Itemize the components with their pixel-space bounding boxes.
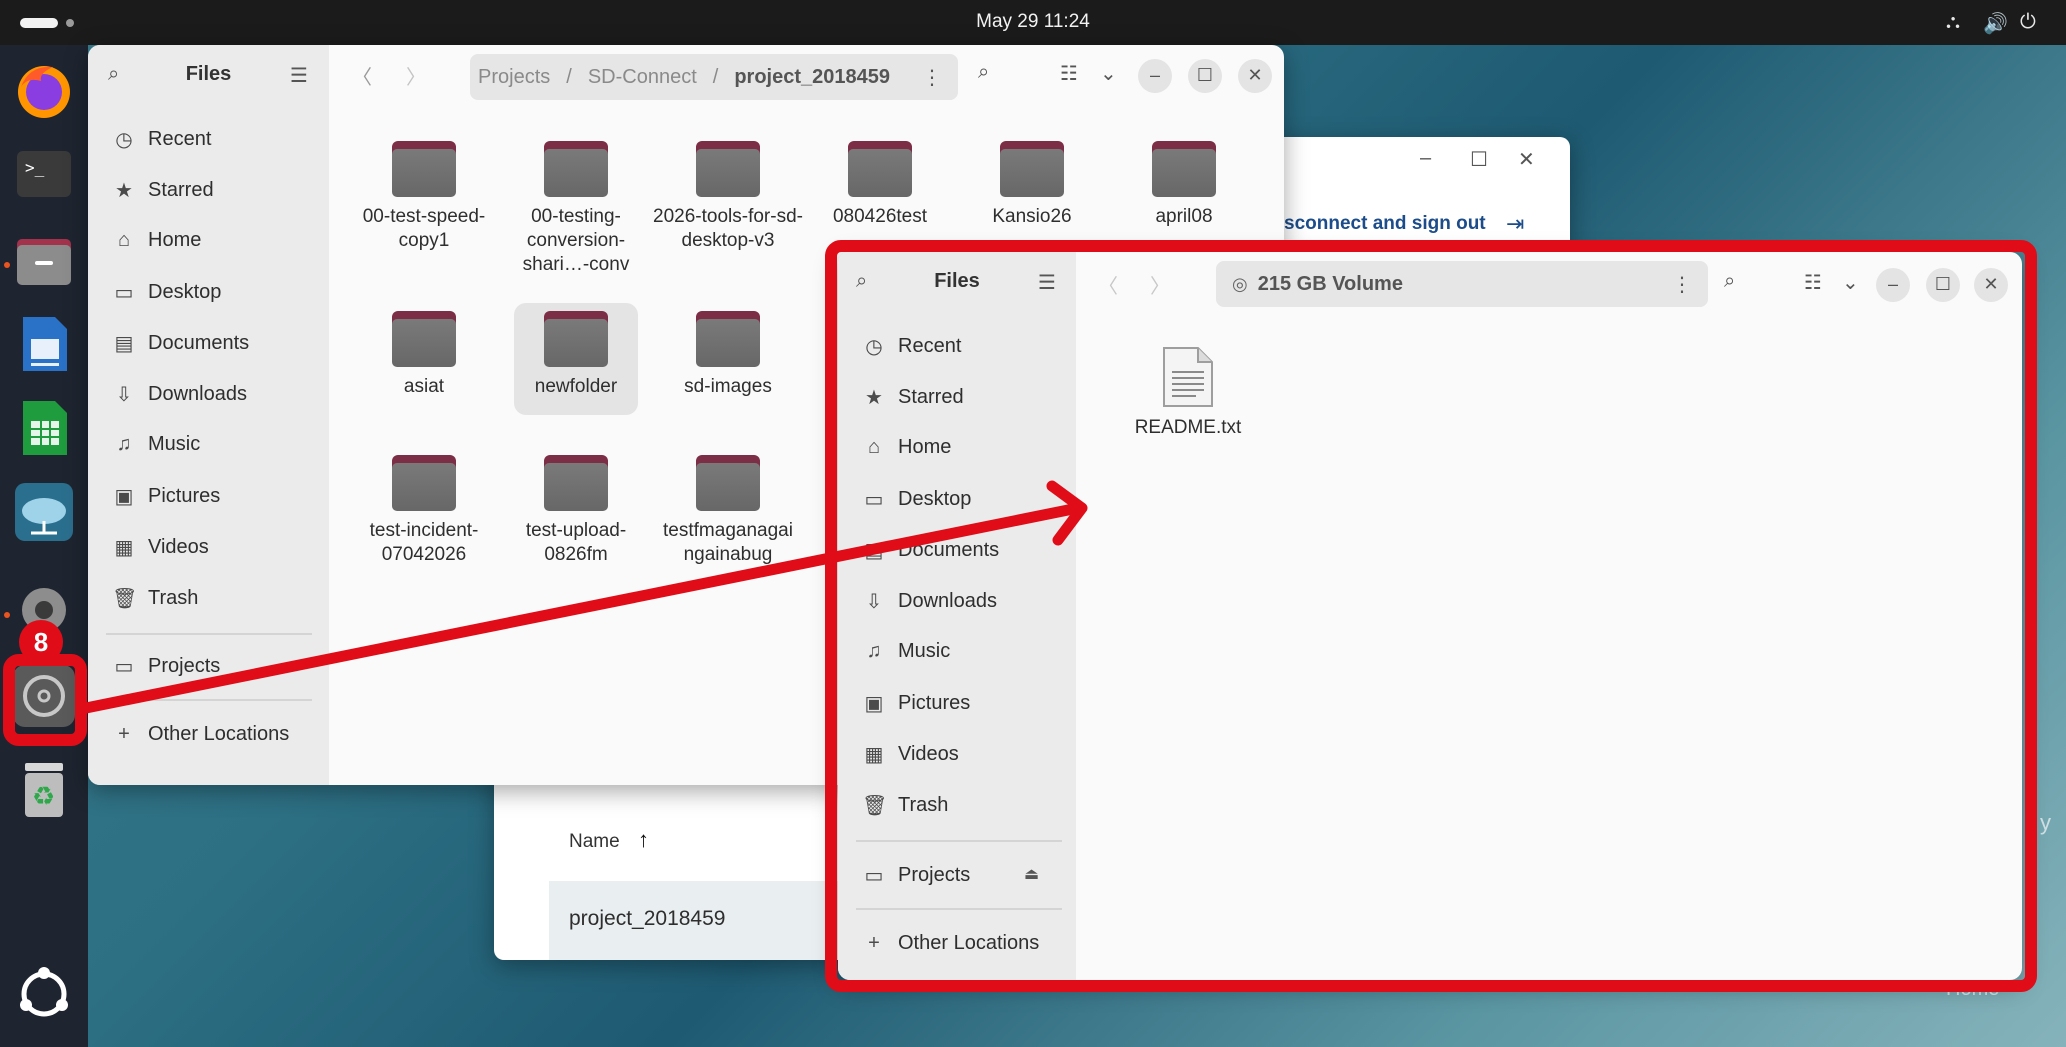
pointer-arrow [80, 480, 1088, 714]
